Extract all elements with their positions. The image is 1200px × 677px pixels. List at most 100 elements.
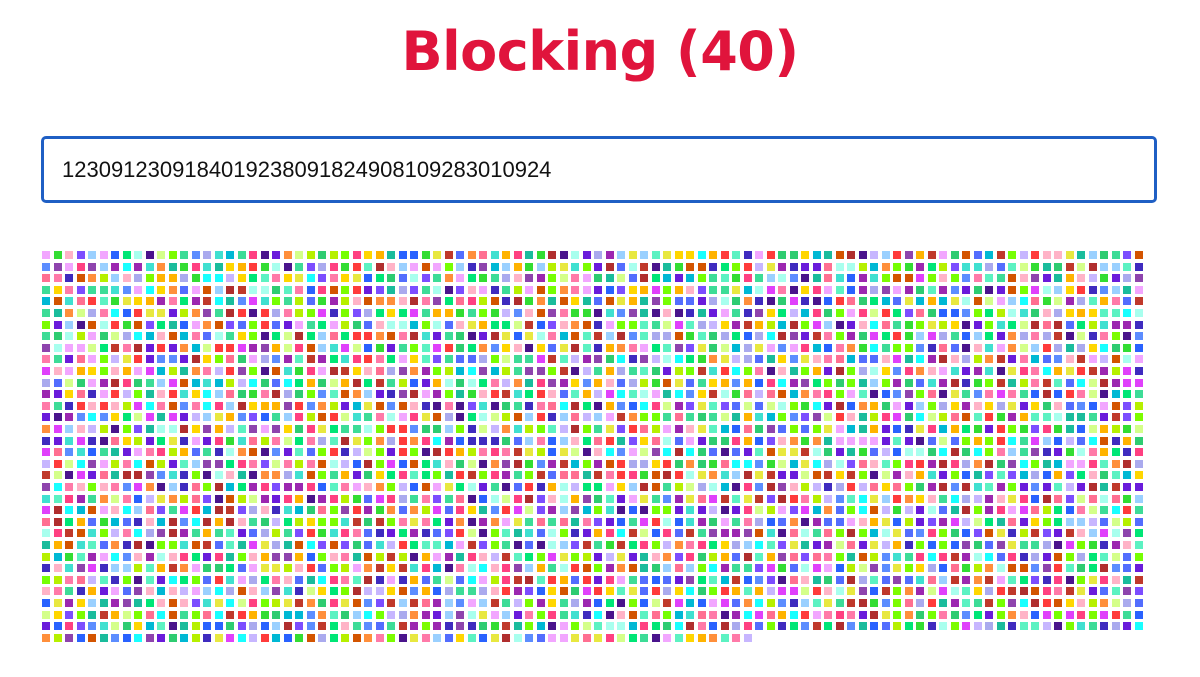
color-block (467, 332, 476, 341)
color-block (743, 610, 752, 619)
color-block (249, 587, 257, 596)
color-block (364, 529, 372, 538)
color-block (375, 459, 384, 468)
color-block (904, 448, 913, 457)
color-block (99, 332, 108, 341)
color-block (42, 251, 50, 259)
color-block (778, 390, 786, 399)
color-block (548, 401, 556, 410)
color-block (387, 529, 395, 538)
color-block (1031, 390, 1039, 399)
color-block (582, 401, 591, 410)
search-input[interactable] (44, 139, 1154, 200)
color-block (456, 575, 464, 584)
color-block (375, 401, 384, 410)
color-block (674, 552, 683, 561)
color-block (973, 471, 982, 480)
color-block (548, 436, 556, 445)
color-block (214, 367, 223, 375)
color-block (617, 320, 625, 329)
color-block (1123, 529, 1131, 538)
color-block (709, 297, 717, 306)
color-block (605, 448, 614, 457)
color-block (939, 262, 947, 271)
color-block (628, 401, 637, 410)
color-block (502, 459, 510, 468)
color-block (479, 471, 487, 480)
color-block (260, 401, 269, 410)
color-block (329, 459, 338, 468)
color-block (835, 274, 844, 283)
color-block (467, 309, 476, 317)
color-block (1008, 367, 1016, 375)
color-block (375, 587, 384, 596)
color-block (306, 494, 315, 503)
color-block (893, 309, 901, 317)
color-block (1100, 285, 1108, 294)
color-block (352, 506, 361, 515)
color-block (847, 274, 855, 283)
color-block (444, 425, 453, 433)
color-block (467, 355, 476, 364)
color-block (1054, 401, 1062, 410)
color-block (1077, 599, 1085, 607)
color-block (766, 309, 775, 317)
color-block (456, 413, 464, 422)
color-block (375, 529, 384, 538)
color-block (364, 378, 372, 387)
color-block (111, 506, 119, 515)
color-block (513, 622, 522, 631)
color-block (444, 529, 453, 538)
color-block (893, 332, 901, 341)
color-block (789, 587, 798, 596)
search-input-container[interactable] (41, 136, 1157, 203)
color-block (410, 483, 418, 491)
color-block (755, 378, 763, 387)
color-block (364, 401, 372, 410)
color-block (1088, 320, 1097, 329)
color-block (962, 378, 970, 387)
color-block (180, 367, 188, 375)
color-block (283, 297, 292, 306)
color-block (904, 413, 913, 422)
color-block (548, 413, 556, 422)
color-block (1100, 517, 1108, 526)
color-block (444, 575, 453, 584)
color-block (927, 274, 936, 283)
color-block (421, 355, 430, 364)
color-block (364, 413, 372, 422)
color-block (835, 425, 844, 433)
color-block (789, 297, 798, 306)
color-block (237, 425, 246, 433)
color-block (766, 483, 775, 491)
color-block (571, 633, 579, 642)
color-block (157, 517, 165, 526)
color-block (1134, 541, 1143, 549)
color-block (732, 587, 740, 596)
color-block (559, 599, 568, 607)
color-block (295, 541, 303, 549)
color-block (594, 541, 602, 549)
color-block (697, 529, 706, 538)
color-block (939, 459, 947, 468)
color-block (283, 262, 292, 271)
color-block (847, 413, 855, 422)
color-block (53, 309, 62, 317)
color-block (65, 448, 73, 457)
color-block (881, 459, 890, 468)
color-block (111, 471, 119, 480)
color-block (180, 448, 188, 457)
color-block (1134, 471, 1143, 480)
color-block (594, 274, 602, 283)
color-block (709, 552, 717, 561)
color-block (847, 552, 855, 561)
color-block (1111, 320, 1120, 329)
color-block (387, 633, 395, 642)
color-block (640, 575, 648, 584)
color-block (490, 471, 499, 480)
color-block (490, 459, 499, 468)
color-block (433, 285, 441, 294)
color-block (168, 425, 177, 433)
color-block (927, 494, 936, 503)
color-block (341, 274, 349, 283)
